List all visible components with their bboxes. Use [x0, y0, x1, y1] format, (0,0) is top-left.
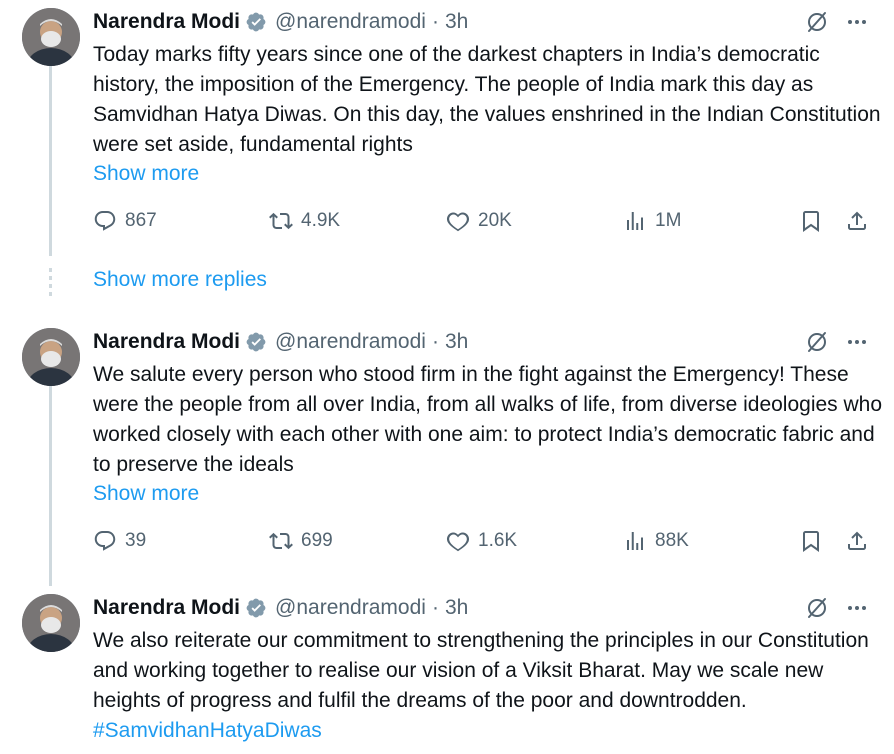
avatar-photo	[22, 594, 80, 652]
tweet-actions: 39 699 1.6K 88K	[93, 529, 883, 559]
tweet-text-body: We also reiterate our commitment to stre…	[93, 629, 875, 712]
tweet-text: We also reiterate our commitment to stre…	[93, 626, 883, 746]
heart-icon	[446, 532, 470, 552]
author-name[interactable]: Narendra Modi	[93, 10, 240, 34]
thread-gap-dots	[49, 268, 52, 298]
repost-count: 4.9K	[301, 210, 341, 231]
tweet-text: We salute every person who stood firm in…	[93, 363, 888, 476]
like-count: 20K	[478, 210, 512, 231]
thread-line	[49, 66, 52, 256]
timestamp[interactable]: 3h	[445, 10, 468, 34]
reply-count: 867	[125, 210, 157, 231]
more-dots-icon[interactable]	[845, 596, 869, 620]
tweet-1[interactable]: Narendra Modi @narendramodi · 3h Today m…	[0, 0, 894, 256]
author-handle[interactable]: @narendramodi	[275, 10, 426, 34]
avatar-photo	[22, 328, 80, 386]
more-dots-icon[interactable]	[845, 10, 869, 34]
verified-badge-icon	[246, 12, 266, 32]
show-more-replies-link[interactable]: Show more replies	[93, 268, 267, 292]
tweet-2[interactable]: Narendra Modi @narendramodi · 3h We salu…	[0, 320, 894, 586]
show-more-link[interactable]: Show more	[93, 482, 199, 506]
tweet-header: Narendra Modi @narendramodi · 3h	[93, 329, 468, 355]
repost-count: 699	[301, 530, 333, 551]
avatar[interactable]	[22, 8, 80, 66]
views-count: 88K	[655, 530, 689, 551]
verified-badge-icon	[246, 332, 266, 352]
tweet-header: Narendra Modi @narendramodi · 3h	[93, 9, 468, 35]
author-handle[interactable]: @narendramodi	[275, 330, 426, 354]
author-name[interactable]: Narendra Modi	[93, 330, 240, 354]
views-count: 1M	[655, 210, 682, 231]
bookmark-button[interactable]	[799, 209, 831, 233]
separator-dot: ·	[431, 330, 439, 353]
show-more-link[interactable]: Show more	[93, 162, 199, 186]
share-icon	[848, 531, 866, 550]
views-icon	[627, 212, 643, 230]
thread-line	[49, 386, 52, 586]
author-handle[interactable]: @narendramodi	[275, 596, 426, 620]
separator-dot: ·	[431, 596, 439, 619]
bookmark-button[interactable]	[799, 529, 831, 553]
share-icon	[848, 211, 866, 230]
views-button[interactable]: 88K	[623, 529, 689, 553]
like-button[interactable]: 1.6K	[446, 529, 517, 553]
heart-icon	[446, 212, 470, 232]
views-icon	[627, 532, 643, 550]
share-button[interactable]	[845, 529, 877, 553]
timestamp[interactable]: 3h	[445, 330, 468, 354]
tweet-3[interactable]: Narendra Modi @narendramodi · 3h We also…	[0, 586, 894, 754]
author-name[interactable]: Narendra Modi	[93, 596, 240, 620]
like-count: 1.6K	[478, 530, 518, 551]
verified-badge-icon	[246, 598, 266, 618]
repost-button[interactable]: 699	[269, 529, 333, 553]
reply-count: 39	[125, 530, 147, 551]
like-button[interactable]: 20K	[446, 209, 512, 233]
grok-icon[interactable]	[805, 330, 829, 354]
reply-icon	[94, 211, 116, 231]
bookmark-icon	[803, 531, 819, 552]
tweet-actions: 867 4.9K 20K 1M	[93, 209, 883, 239]
separator-dot: ·	[431, 10, 439, 33]
more-dots-icon[interactable]	[845, 330, 869, 354]
avatar[interactable]	[22, 594, 80, 652]
grok-icon[interactable]	[805, 10, 829, 34]
tweet-header: Narendra Modi @narendramodi · 3h	[93, 595, 468, 621]
hashtag-link[interactable]: #SamvidhanHatyaDiwas	[93, 719, 322, 742]
repost-icon	[269, 532, 293, 550]
repost-button[interactable]: 4.9K	[269, 209, 340, 233]
share-button[interactable]	[845, 209, 877, 233]
reply-button[interactable]: 867	[93, 209, 157, 233]
avatar-photo	[22, 8, 80, 66]
timestamp[interactable]: 3h	[445, 596, 468, 620]
repost-icon	[269, 212, 293, 230]
grok-icon[interactable]	[805, 596, 829, 620]
avatar[interactable]	[22, 328, 80, 386]
views-button[interactable]: 1M	[623, 209, 681, 233]
tweet-text: Today marks fifty years since one of the…	[93, 43, 887, 156]
reply-icon	[94, 531, 116, 551]
reply-button[interactable]: 39	[93, 529, 146, 553]
bookmark-icon	[803, 211, 819, 232]
